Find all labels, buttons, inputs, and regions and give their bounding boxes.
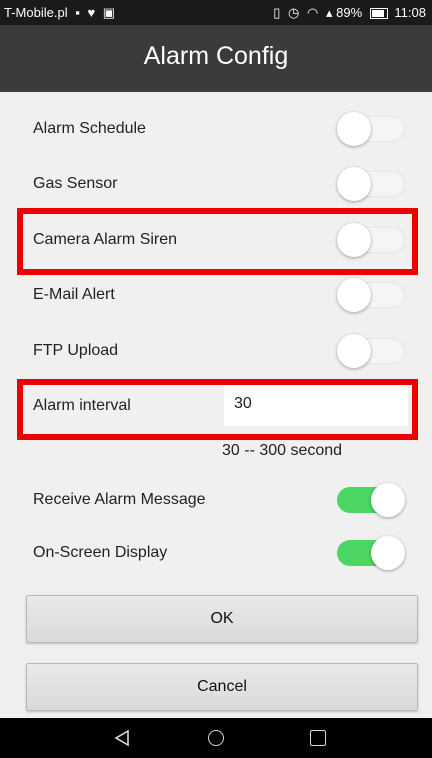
setting-label: FTP Upload xyxy=(33,342,119,359)
wifi-icon: ◠ xyxy=(307,5,319,20)
on-screen-display-toggle[interactable] xyxy=(333,534,409,572)
ftp-upload-toggle[interactable] xyxy=(333,332,409,370)
carrier-label: T-Mobile.pl xyxy=(4,5,68,20)
gas-sensor-toggle[interactable] xyxy=(333,165,409,203)
setting-row-alarm-schedule: Alarm Schedule xyxy=(10,105,422,153)
status-bar: T-Mobile.pl ▪ ♥ ▣ ▯ ◷ ◠ ▴ 89% 11:08 xyxy=(0,0,432,25)
email-alert-toggle[interactable] xyxy=(333,276,409,314)
setting-label: E-Mail Alert xyxy=(33,286,115,303)
vibrate-icon: ▯ xyxy=(273,5,281,20)
setting-label: Receive Alarm Message xyxy=(33,491,206,508)
clock-time: 11:08 xyxy=(394,5,426,20)
toggle-knob xyxy=(337,278,371,312)
home-icon[interactable] xyxy=(208,730,224,746)
battery-icon xyxy=(369,8,388,20)
ok-button[interactable]: OK xyxy=(26,595,418,643)
alarm-clock-icon: ◷ xyxy=(288,5,300,20)
health-icon: ♥ xyxy=(87,5,96,20)
cancel-button[interactable]: Cancel xyxy=(26,663,418,711)
toggle-knob xyxy=(371,536,405,570)
setting-row-email-alert: E-Mail Alert xyxy=(10,271,422,319)
setting-row-gas-sensor: Gas Sensor xyxy=(10,160,422,208)
system-nav-bar xyxy=(0,718,432,758)
setting-label: Gas Sensor xyxy=(33,175,118,192)
photo-icon: ▪ xyxy=(75,5,80,20)
app-title-bar: Alarm Config xyxy=(0,25,432,92)
battery-percent: 89% xyxy=(336,5,363,20)
toggle-knob xyxy=(337,334,371,368)
page-title: Alarm Config xyxy=(143,42,289,70)
toggle-knob xyxy=(337,112,371,146)
setting-row-receive-alarm-message: Receive Alarm Message xyxy=(10,476,422,524)
highlight-box-siren xyxy=(17,208,418,275)
recent-apps-icon[interactable] xyxy=(310,730,326,746)
image-icon: ▣ xyxy=(102,5,116,20)
alarm-schedule-toggle[interactable] xyxy=(333,110,409,148)
settings-panel: Alarm Schedule Gas Sensor Camera Alarm S… xyxy=(10,92,422,579)
signal-icon: ▴ xyxy=(325,5,333,20)
highlight-box-interval xyxy=(17,379,418,440)
back-icon[interactable] xyxy=(114,729,130,747)
setting-row-on-screen-display: On-Screen Display xyxy=(10,529,422,577)
interval-range-hint: 30 -- 300 second xyxy=(222,442,343,459)
toggle-knob xyxy=(337,167,371,201)
setting-label: On-Screen Display xyxy=(33,544,168,561)
toggle-knob xyxy=(371,483,405,517)
setting-row-ftp-upload: FTP Upload xyxy=(10,327,422,375)
receive-alarm-message-toggle[interactable] xyxy=(333,481,409,519)
setting-label: Alarm Schedule xyxy=(33,120,146,137)
